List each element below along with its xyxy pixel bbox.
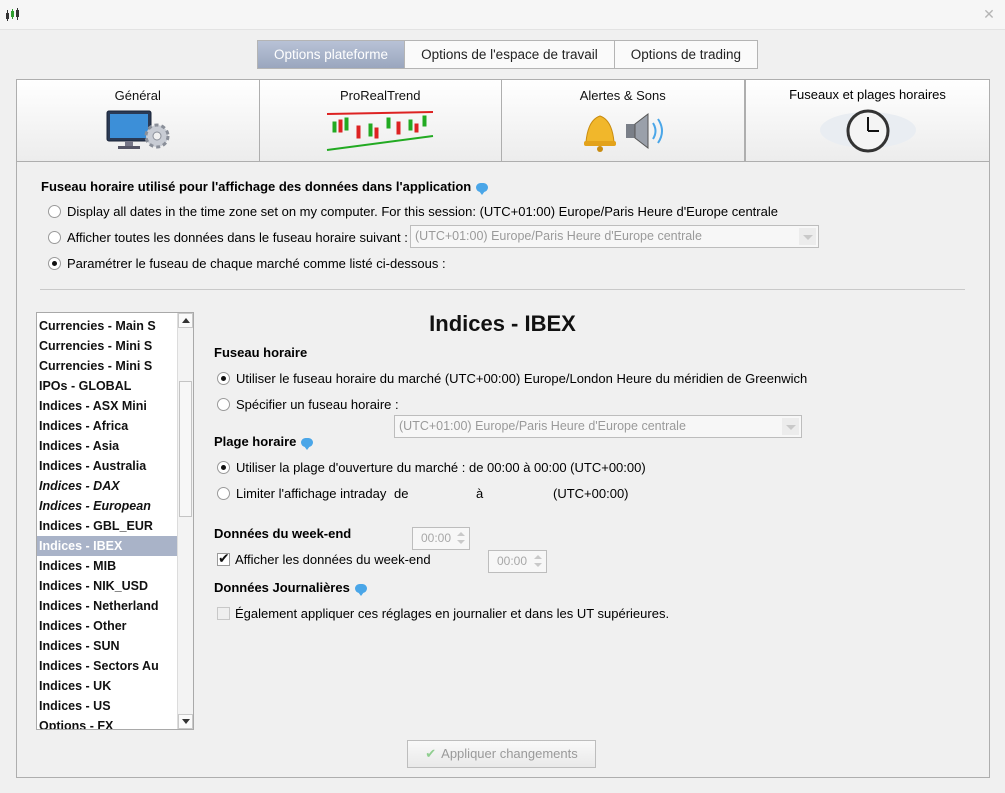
tab-options-espace-travail[interactable]: Options de l'espace de travail [405,41,615,68]
radio-market-tz[interactable] [217,372,230,385]
app-logo-icon [6,8,19,21]
weekend-heading: Données du week-end [214,526,352,541]
tz-option-per-market[interactable]: Paramétrer le fuseau de chaque marché co… [48,256,446,271]
divider [40,289,965,290]
tab-alertes-label: Alertes & Sons [579,88,666,103]
list-item[interactable]: Indices - SUN [37,636,177,656]
chevron-down-icon [782,418,799,435]
plage-market-option[interactable]: Utiliser la plage d'ouverture du marché … [217,460,646,475]
list-item[interactable]: Indices - Australia [37,456,177,476]
list-item[interactable]: Indices - NIK_USD [37,576,177,596]
weekend-checkbox[interactable] [217,550,230,567]
tab-fuseaux-plages[interactable]: Fuseaux et plages horaires [745,79,990,162]
top-tab-bar: Options plateforme Options de l'espace d… [257,40,759,69]
radio-market-hours[interactable] [217,461,230,474]
scrollbar-thumb[interactable] [179,381,192,517]
spinner-arrows-icon[interactable] [530,552,545,571]
radio-specify-tz[interactable] [217,398,230,411]
list-item[interactable]: Currencies - Mini S [37,336,177,356]
weekend-option[interactable]: Afficher les données du week-end [217,550,431,567]
title-bar: ✕ [0,0,1005,30]
bell-speaker-icon [583,112,663,152]
end-time-stepper[interactable]: 00:00 [488,550,547,573]
scrollbar[interactable] [177,313,193,729]
tab-general[interactable]: Général [16,79,260,162]
market-list[interactable]: Currencies - Main S Currencies - Mini S … [36,312,194,730]
daily-heading: Données Journalières [214,580,367,596]
list-item[interactable]: Indices - ASX Mini [37,396,177,416]
plage-limit-option[interactable]: Limiter l'affichage intraday [217,486,386,501]
list-item[interactable]: Indices - DAX [37,476,177,496]
list-item[interactable]: Options - FX [37,716,177,729]
list-item[interactable]: Currencies - Mini S [37,356,177,376]
radio-fixed-tz[interactable] [48,231,61,244]
daily-checkbox[interactable] [217,607,230,620]
tz-option-fixed[interactable]: Afficher toutes les données dans le fuse… [48,230,408,245]
list-item[interactable]: Indices - Asia [37,436,177,456]
list-item[interactable]: Currencies - Main S [37,316,177,336]
list-item[interactable]: Indices - Other [37,616,177,636]
tab-prorealtrend[interactable]: ProRealTrend [258,79,502,162]
plage-heading: Plage horaire [214,434,314,450]
help-bubble-icon[interactable] [301,438,314,450]
fuseau-market-option[interactable]: Utiliser le fuseau horaire du marché (UT… [217,371,807,386]
list-item[interactable]: Indices - UK [37,676,177,696]
tab-fuseaux-label: Fuseaux et plages horaires [789,87,946,102]
list-item[interactable]: Indices - US [37,696,177,716]
plage-a-label: à [476,486,484,501]
spinner-arrows-icon[interactable] [453,529,468,548]
fuseau-specify-option[interactable]: Spécifier un fuseau horaire : [217,397,399,412]
tab-prorealtrend-label: ProRealTrend [340,88,421,103]
list-item[interactable]: Indices - MIB [37,556,177,576]
list-item[interactable]: Indices - Africa [37,416,177,436]
clock-world-icon [819,109,916,153]
tab-options-trading[interactable]: Options de trading [615,41,757,68]
list-item[interactable]: Indices - GBL_EUR [37,516,177,536]
timezone-heading: Fuseau horaire utilisé pour l'affichage … [41,179,489,195]
list-item[interactable]: Indices - Netherland [37,596,177,616]
market-title: Indices - IBEX [429,311,576,336]
help-bubble-icon[interactable] [354,584,367,596]
fuseau-heading: Fuseau horaire [214,345,308,360]
radio-computer-tz[interactable] [48,205,61,218]
tab-options-plateforme[interactable]: Options plateforme [258,41,406,68]
apply-changes-button[interactable]: ✔ Appliquer changements [407,740,596,768]
tab-general-label: Général [114,88,161,103]
list-item[interactable]: IPOs - GLOBAL [37,376,177,396]
daily-option[interactable]: Également appliquer ces réglages en jour… [217,606,669,621]
chevron-down-icon [799,228,816,245]
icon-tab-bar: Général ProRealTrend Alertes & Sons [16,79,746,162]
specify-timezone-select[interactable]: (UTC+01:00) Europe/Paris Heure d'Europe … [394,415,802,438]
fixed-timezone-select[interactable]: (UTC+01:00) Europe/Paris Heure d'Europe … [410,225,819,248]
plage-tz-label: (UTC+00:00) [553,486,629,501]
radio-per-market-tz[interactable] [48,257,61,270]
scroll-down-icon[interactable] [178,714,193,729]
close-icon[interactable]: ✕ [981,6,997,22]
tz-option-computer[interactable]: Display all dates in the time zone set o… [48,204,778,219]
list-item[interactable]: Indices - European [37,496,177,516]
list-item-selected[interactable]: Indices - IBEX [37,536,177,556]
tab-alertes-sons[interactable]: Alertes & Sons [501,79,745,162]
list-item[interactable]: Indices - Sectors Au [37,656,177,676]
plage-de-label: de [394,486,409,501]
candlestick-trend-icon [327,111,434,151]
checkmark-icon: ✔ [425,746,437,761]
radio-limit-hours[interactable] [217,487,230,500]
start-time-stepper[interactable]: 00:00 [412,527,470,550]
help-bubble-icon[interactable] [476,183,489,195]
monitor-gear-icon [106,110,170,149]
scroll-up-icon[interactable] [178,313,193,328]
